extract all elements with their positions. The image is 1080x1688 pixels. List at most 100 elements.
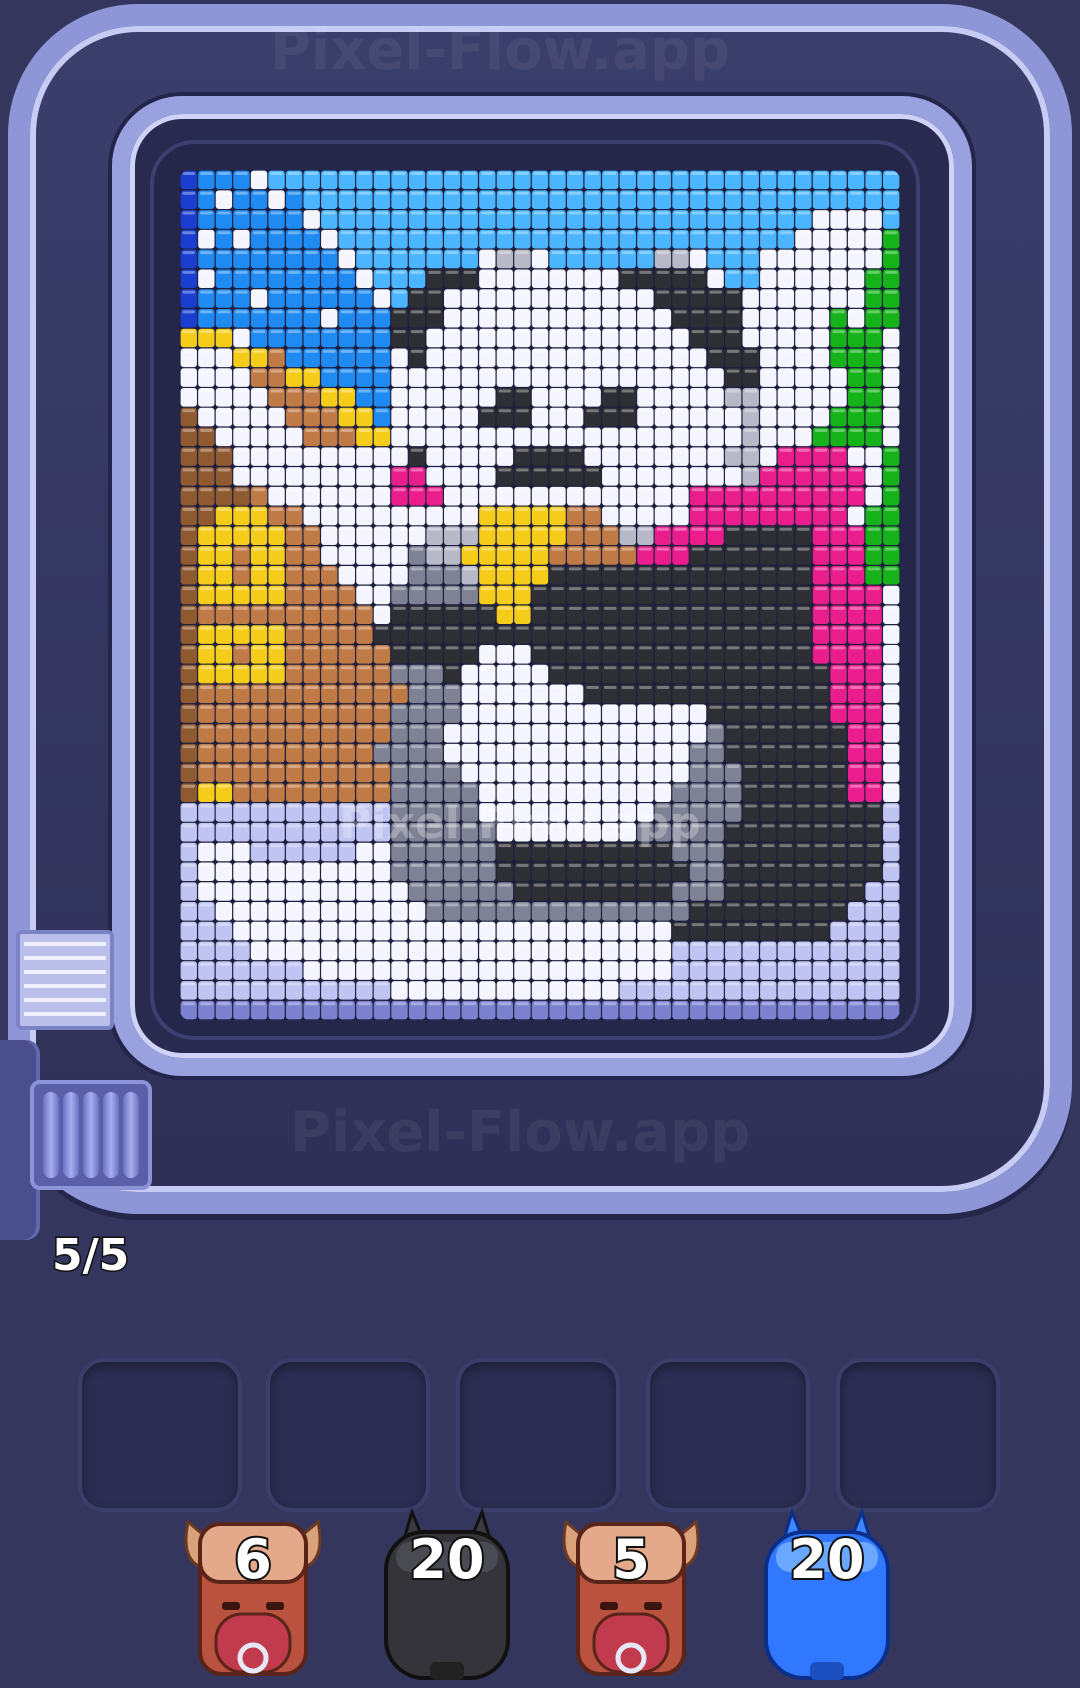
pixel-highlight bbox=[551, 448, 564, 452]
pixel-highlight bbox=[270, 685, 283, 689]
pixel-highlight bbox=[551, 646, 564, 650]
pixel-highlight bbox=[217, 824, 231, 828]
shooter-cat-black[interactable]: 20 bbox=[372, 1502, 522, 1688]
pixel-highlight bbox=[639, 468, 652, 472]
slot-3[interactable] bbox=[456, 1358, 620, 1512]
pixel-highlight bbox=[393, 428, 406, 432]
pixel-highlight bbox=[797, 923, 810, 927]
pixel-highlight bbox=[217, 527, 231, 531]
pixel-highlight bbox=[217, 290, 231, 294]
pixel-highlight bbox=[340, 646, 354, 650]
pixel-highlight bbox=[603, 231, 617, 235]
pixel-highlight bbox=[217, 784, 231, 788]
shooter-count: 6 bbox=[232, 1526, 274, 1593]
pixel-highlight bbox=[884, 626, 898, 630]
slot-5[interactable] bbox=[836, 1358, 1000, 1512]
pixel-highlight bbox=[656, 942, 670, 946]
pixel-highlight bbox=[393, 290, 406, 294]
pixel-highlight bbox=[568, 211, 582, 215]
pixel-highlight bbox=[568, 349, 582, 353]
pixel-highlight bbox=[393, 883, 406, 887]
shooter-bull-1[interactable]: 6 bbox=[178, 1502, 328, 1688]
pixel-highlight bbox=[200, 646, 213, 650]
pixel-highlight bbox=[252, 824, 266, 828]
pixel-highlight bbox=[200, 923, 213, 927]
pixel-highlight bbox=[709, 211, 722, 215]
pixel-highlight bbox=[674, 863, 687, 867]
pixel-highlight bbox=[393, 567, 406, 571]
slot-2[interactable] bbox=[266, 1358, 430, 1512]
slot-1[interactable] bbox=[78, 1358, 242, 1512]
pixel-highlight bbox=[445, 310, 459, 314]
pixel-highlight bbox=[621, 330, 635, 334]
pixel-highlight bbox=[814, 883, 828, 887]
pixel-highlight bbox=[551, 211, 564, 215]
shooter-bull-2[interactable]: 5 bbox=[556, 1502, 706, 1688]
pixel-highlight bbox=[516, 962, 529, 966]
pixel-highlight bbox=[200, 251, 213, 255]
pixel-highlight bbox=[375, 389, 389, 393]
pixel-highlight bbox=[744, 745, 758, 749]
pixel-highlight bbox=[551, 468, 564, 472]
pixel-highlight bbox=[884, 547, 898, 551]
pixel-highlight bbox=[656, 448, 670, 452]
pixel-highlight bbox=[656, 409, 670, 413]
pixel-highlight bbox=[322, 725, 336, 729]
pixel-highlight bbox=[481, 251, 494, 255]
pixel-highlight bbox=[463, 903, 477, 907]
pixel-highlight bbox=[884, 567, 898, 571]
conveyor-spool[interactable] bbox=[30, 1080, 152, 1190]
shooter-cat-blue[interactable]: 20 bbox=[752, 1502, 902, 1688]
pixel-highlight bbox=[744, 251, 758, 255]
pixel-highlight bbox=[849, 547, 863, 551]
pixel-highlight bbox=[709, 962, 722, 966]
pixel-highlight bbox=[481, 942, 494, 946]
pixel-highlight bbox=[235, 349, 248, 353]
pixel-highlight bbox=[322, 863, 336, 867]
pixel-highlight bbox=[270, 389, 283, 393]
pixel-highlight bbox=[463, 923, 477, 927]
pixel-highlight bbox=[217, 1002, 231, 1006]
pixel-highlight bbox=[533, 587, 547, 591]
pixel-highlight bbox=[305, 251, 318, 255]
pixel-highlight bbox=[832, 942, 845, 946]
pixel-highlight bbox=[340, 567, 354, 571]
pixel-highlight bbox=[709, 942, 722, 946]
pixel-highlight bbox=[358, 211, 371, 215]
pixel-highlight bbox=[691, 428, 705, 432]
pixel-highlight bbox=[762, 863, 775, 867]
pixel-highlight bbox=[533, 982, 547, 986]
pixel-highlight bbox=[516, 1002, 529, 1006]
pixel-highlight bbox=[305, 349, 318, 353]
pixel-highlight bbox=[200, 824, 213, 828]
pixel-highlight bbox=[797, 745, 810, 749]
pixel-highlight bbox=[832, 508, 845, 512]
pixel-highlight bbox=[867, 290, 880, 294]
pixel-highlight bbox=[656, 567, 670, 571]
pixel-highlight bbox=[726, 211, 740, 215]
pixel-highlight bbox=[884, 211, 898, 215]
pixel-highlight bbox=[270, 903, 283, 907]
pixel-highlight bbox=[252, 389, 266, 393]
pixel-highlight bbox=[340, 409, 354, 413]
pixel-highlight bbox=[709, 191, 722, 195]
pixel-highlight bbox=[200, 883, 213, 887]
pixel-highlight bbox=[428, 389, 441, 393]
pixel-highlight bbox=[551, 587, 564, 591]
pixel-highlight bbox=[445, 705, 459, 709]
slot-4[interactable] bbox=[646, 1358, 810, 1512]
pixel-board[interactable]: Pixel-Flow.app bbox=[180, 170, 900, 1020]
pixel-highlight bbox=[709, 804, 722, 808]
pixel-highlight bbox=[305, 923, 318, 927]
pixel-highlight bbox=[235, 725, 248, 729]
pixel-highlight bbox=[762, 666, 775, 670]
pixel-highlight bbox=[709, 448, 722, 452]
pixel-highlight bbox=[270, 409, 283, 413]
pixel-highlight bbox=[200, 172, 213, 175]
pixel-highlight bbox=[322, 389, 336, 393]
pixel-highlight bbox=[393, 962, 406, 966]
pixel-highlight bbox=[797, 685, 810, 689]
pixel-highlight bbox=[586, 251, 599, 255]
pixel-highlight bbox=[463, 428, 477, 432]
pixel-highlight bbox=[586, 962, 599, 966]
